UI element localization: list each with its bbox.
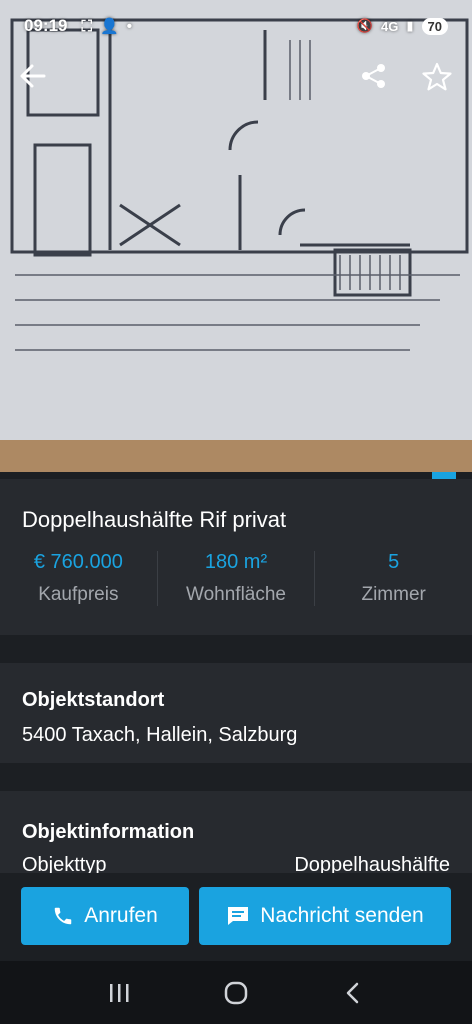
title-card: Doppelhaushälfte Rif privat € 760.000 Ka… <box>0 479 472 635</box>
call-button[interactable]: Anrufen <box>21 887 189 945</box>
status-system-icons: 🔇 4G ▮ 70 <box>356 17 448 35</box>
message-button-label: Nachricht senden <box>260 904 424 927</box>
share-icon <box>362 64 385 88</box>
section-divider <box>0 635 472 663</box>
dot-icon: • <box>126 17 132 35</box>
signal-icon: ▮ <box>406 18 414 33</box>
listing-stats: € 760.000 Kaufpreis 180 m² Wohnfläche 5 … <box>0 551 472 606</box>
listing-details: Doppelhaushälfte Rif privat € 760.000 Ka… <box>0 479 472 931</box>
stat-living-area: 180 m² Wohnfläche <box>156 551 315 606</box>
mute-icon: 🔇 <box>356 18 374 33</box>
network-type: 4G <box>381 18 399 34</box>
star-icon <box>422 62 452 91</box>
system-nav-bar <box>0 961 472 1024</box>
status-bar: 09:19 ⛶ 👤 • 🔇 4G ▮ 70 <box>0 0 472 52</box>
stat-label: Zimmer <box>361 584 426 605</box>
stat-value: € 760.000 <box>33 551 123 573</box>
battery-indicator: 70 <box>421 17 448 35</box>
action-bar: Anrufen Nachricht senden <box>0 873 472 961</box>
home-icon <box>224 981 248 1004</box>
info-heading: Objektinformation <box>22 821 195 843</box>
screenshot-icon: ⛶ <box>81 17 92 35</box>
recent-apps-icon <box>109 983 129 1002</box>
nav-back-icon <box>347 982 359 1003</box>
share-button[interactable] <box>360 62 396 98</box>
location-address: 5400 Taxach, Hallein, Salzburg <box>22 724 298 746</box>
stat-price: € 760.000 Kaufpreis <box>0 551 157 606</box>
stat-label: Wohnfläche <box>186 584 286 605</box>
home-button[interactable] <box>216 973 256 1013</box>
carousel-indicator <box>432 472 456 479</box>
arrow-left-icon <box>20 64 46 88</box>
back-button[interactable] <box>18 62 54 98</box>
floor-plan-image <box>0 0 472 472</box>
person-add-icon: 👤 <box>100 18 119 35</box>
stat-value: 180 m² <box>204 551 268 573</box>
status-time: 09:19 <box>24 16 68 35</box>
recent-apps-button[interactable] <box>99 973 139 1013</box>
phone-icon <box>54 907 72 925</box>
status-notification-icons: ⛶ 👤 • <box>81 17 132 36</box>
location-card[interactable]: Objektstandort 5400 Taxach, Hallein, Sal… <box>0 663 472 763</box>
location-heading: Objektstandort <box>22 689 165 711</box>
nav-back-button[interactable] <box>333 973 373 1013</box>
call-button-label: Anrufen <box>84 904 158 927</box>
message-button[interactable]: Nachricht senden <box>199 887 451 945</box>
section-divider <box>0 763 472 791</box>
favorite-button[interactable] <box>422 62 458 98</box>
stat-rooms: 5 Zimmer <box>314 551 472 606</box>
message-icon <box>228 907 249 925</box>
stat-label: Kaufpreis <box>38 584 119 605</box>
listing-photo[interactable]: 09:19 ⛶ 👤 • 🔇 4G ▮ 70 <box>0 0 472 472</box>
listing-title: Doppelhaushälfte Rif privat <box>22 507 287 532</box>
stat-value: 5 <box>388 551 400 573</box>
